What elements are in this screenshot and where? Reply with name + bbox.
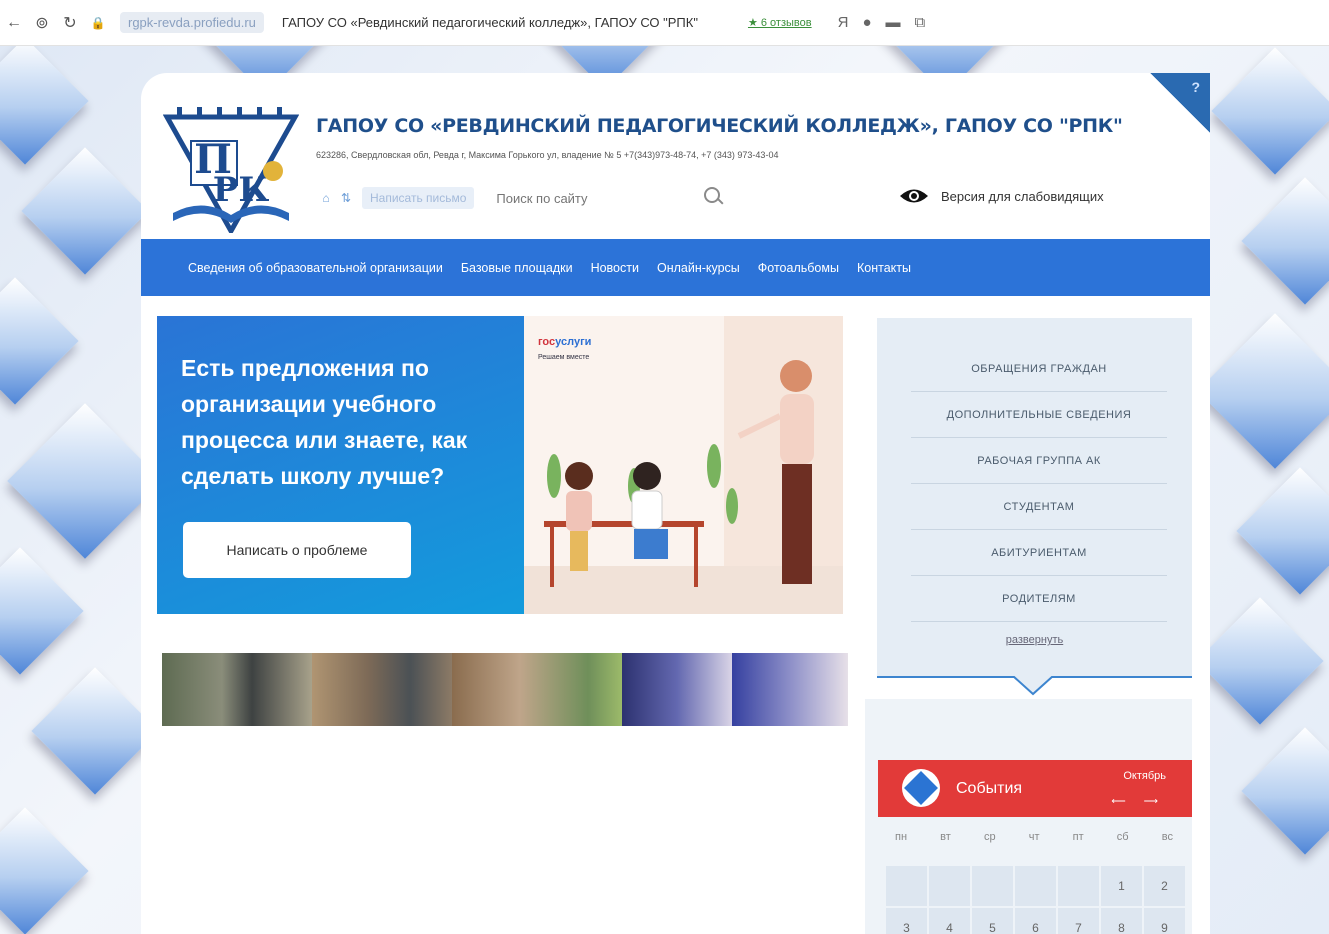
sidebar-item-workgroup[interactable]: РАБОЧАЯ ГРУППА АК xyxy=(911,438,1167,484)
events-header: События Октябрь ⟵⟶ xyxy=(878,760,1192,817)
calendar-day[interactable]: 7 xyxy=(1058,908,1099,934)
weekday-label: вс xyxy=(1161,831,1173,843)
weekday-label: пт xyxy=(1072,831,1084,843)
weekday-label: пн xyxy=(895,831,908,843)
reviews-link[interactable]: ★ 6 отзывов xyxy=(748,16,812,29)
next-month-icon[interactable]: ⟶ xyxy=(1144,796,1176,807)
banner-text: Есть предложения по организации учебного… xyxy=(181,355,468,489)
address-bar[interactable]: rgpk-revda.profiedu.ru xyxy=(120,12,264,33)
photo-strip[interactable] xyxy=(162,653,848,726)
events-month: Октябрь xyxy=(1123,770,1166,782)
help-corner[interactable]: ? xyxy=(1150,73,1210,133)
photo-classroom[interactable] xyxy=(452,653,622,726)
nav-item-courses[interactable]: Онлайн-курсы xyxy=(657,261,740,275)
calendar-day[interactable]: 1 xyxy=(1101,866,1142,906)
month-nav-arrows[interactable]: ⟵⟶ xyxy=(1111,796,1176,807)
back-icon[interactable]: ← xyxy=(0,14,28,32)
lock-icon: 🔒 xyxy=(90,15,106,30)
write-letter-link[interactable]: Написать письмо xyxy=(362,187,475,209)
extension-icon[interactable]: ● xyxy=(862,14,871,31)
nav-item-about[interactable]: Сведения об образовательной организации xyxy=(188,261,443,275)
calendar-day[interactable] xyxy=(929,866,970,906)
write-problem-button[interactable]: Написать о проблеме xyxy=(183,522,411,578)
calendar-day[interactable]: 2 xyxy=(1144,866,1185,906)
weekday-label: ср xyxy=(983,831,996,843)
org-title: ГАПОУ СО «РЕВДИНСКИЙ ПЕДАГОГИЧЕСКИЙ КОЛЛ… xyxy=(316,115,1123,137)
low-vision-label: Версия для слабовидящих xyxy=(941,188,1104,204)
photo-classroom[interactable] xyxy=(312,653,452,726)
events-title: События xyxy=(956,780,1023,797)
nav-item-base-sites[interactable]: Базовые площадки xyxy=(461,261,573,275)
calendar-day[interactable]: 8 xyxy=(1101,908,1142,934)
events-logo-icon xyxy=(902,769,940,807)
classroom-illustration xyxy=(524,316,843,614)
puzzle-icon[interactable]: ⧉ xyxy=(915,14,926,31)
sidebar-item-parents[interactable]: РОДИТЕЛЯМ xyxy=(911,576,1167,622)
browser-extensions: Я ● ▬ ⧉ xyxy=(838,14,926,31)
chevron-down-icon xyxy=(1013,676,1053,696)
prev-month-icon[interactable]: ⟵ xyxy=(1111,796,1143,807)
low-vision-link[interactable]: Версия для слабовидящих xyxy=(899,187,1104,205)
calendar-day[interactable]: 5 xyxy=(972,908,1013,934)
calendar-day[interactable] xyxy=(972,866,1013,906)
sidebar-item-appeals[interactable]: ОБРАЩЕНИЯ ГРАЖДАН xyxy=(911,346,1167,392)
bookmark-icon[interactable]: Я xyxy=(838,14,849,31)
org-address: 623286, Свердловская обл, Ревда г, Макси… xyxy=(316,150,779,160)
calendar-weekdays: пн вт ср чт пт сб вс xyxy=(889,831,1179,843)
sidebar-item-students[interactable]: СТУДЕНТАМ xyxy=(911,484,1167,530)
home-icon[interactable]: ⌂ xyxy=(316,191,336,205)
photo-students[interactable] xyxy=(732,653,848,726)
nav-item-contacts[interactable]: Контакты xyxy=(857,261,911,275)
sidebar-item-applicants[interactable]: АБИТУРИЕНТАМ xyxy=(911,530,1167,576)
page-title-bar: ГАПОУ СО «Ревдинский педагогический колл… xyxy=(281,15,698,30)
photo-classroom[interactable] xyxy=(162,653,312,726)
svg-text:РК: РК xyxy=(213,170,270,210)
main-card: ? П РК ГАПОУ СО «РЕВДИНСКИЙ ПЕДАГОГИЧЕСК… xyxy=(141,73,1210,934)
calendar-day[interactable]: 9 xyxy=(1144,908,1185,934)
gosuslugi-banner[interactable]: Есть предложения по организации учебного… xyxy=(157,316,843,614)
calendar-day[interactable] xyxy=(1058,866,1099,906)
nav-item-photos[interactable]: Фотоальбомы xyxy=(758,261,839,275)
shield-icon[interactable]: ⊚ xyxy=(28,13,56,33)
reload-icon[interactable]: ↻ xyxy=(56,13,84,33)
calendar-grid: 1 2 3 4 5 6 7 8 9 xyxy=(886,866,1185,934)
expand-link[interactable]: развернуть xyxy=(877,634,1192,646)
sidebar-item-additional[interactable]: ДОПОЛНИТЕЛЬНЫЕ СВЕДЕНИЯ xyxy=(911,392,1167,438)
browser-toolbar: ← ⊚ ↻ 🔒 rgpk-revda.profiedu.ru ГАПОУ СО … xyxy=(0,0,1329,46)
search-icon[interactable] xyxy=(702,186,726,210)
weekday-label: сб xyxy=(1116,831,1129,843)
nav-item-news[interactable]: Новости xyxy=(591,261,639,275)
calendar-day[interactable]: 3 xyxy=(886,908,927,934)
extension-icon[interactable]: ▬ xyxy=(886,14,901,31)
search-input[interactable] xyxy=(496,190,697,206)
calendar-day[interactable] xyxy=(886,866,927,906)
calendar-day[interactable]: 6 xyxy=(1015,908,1056,934)
header-tools: ⌂ ⇅ Написать письмо xyxy=(316,186,726,210)
main-nav: Сведения об образовательной организации … xyxy=(141,239,1210,296)
banner-text-panel: Есть предложения по организации учебного… xyxy=(157,316,524,614)
eye-icon xyxy=(900,189,928,203)
quick-links-panel: ОБРАЩЕНИЯ ГРАЖДАН ДОПОЛНИТЕЛЬНЫЕ СВЕДЕНИ… xyxy=(877,318,1192,696)
sitemap-icon[interactable]: ⇅ xyxy=(336,191,356,205)
photo-students[interactable] xyxy=(622,653,732,726)
weekday-label: вт xyxy=(940,831,951,843)
weekday-label: чт xyxy=(1028,831,1040,843)
banner-illustration: госуслуги Решаем вместе xyxy=(524,316,843,614)
help-icon[interactable]: ? xyxy=(1191,79,1200,95)
calendar-day[interactable]: 4 xyxy=(929,908,970,934)
college-logo[interactable]: П РК xyxy=(163,101,299,233)
calendar-day[interactable] xyxy=(1015,866,1056,906)
